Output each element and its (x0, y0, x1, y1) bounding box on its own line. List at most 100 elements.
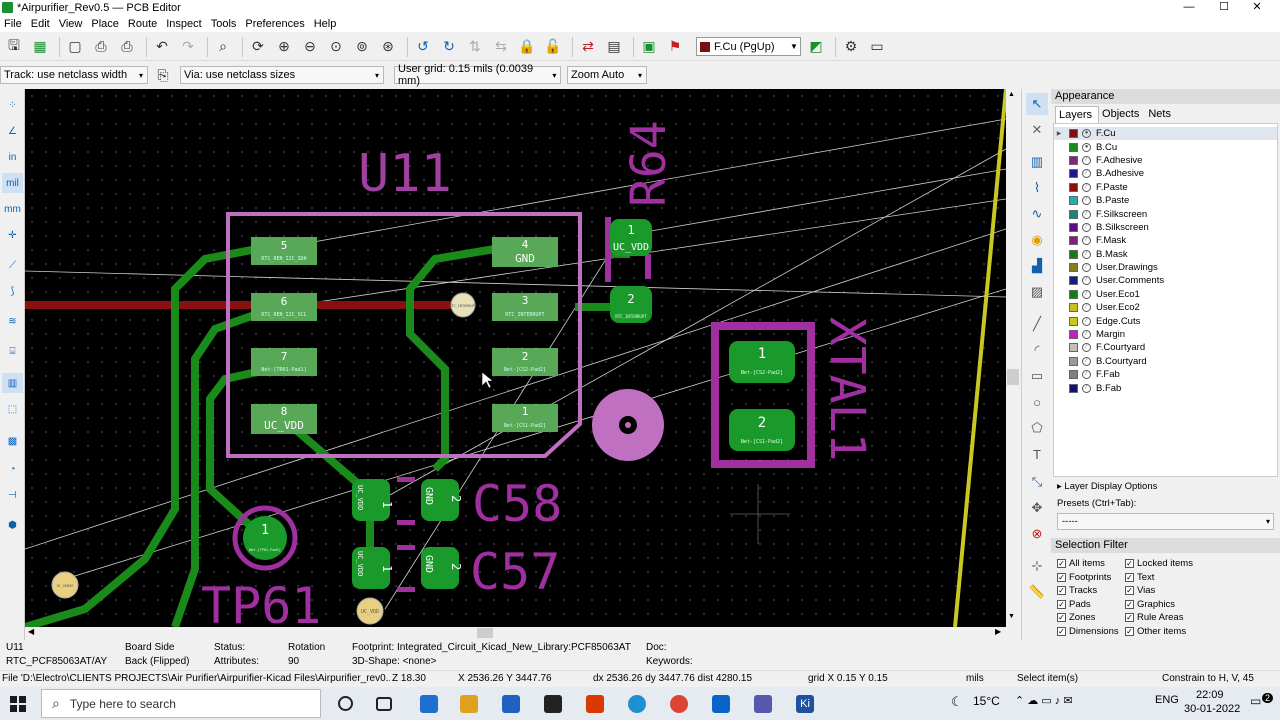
presets-select[interactable]: ----- ▾ (1057, 513, 1274, 530)
refresh-icon[interactable]: ⟳ (247, 36, 269, 58)
scroll-right-icon[interactable]: ▶ (995, 627, 1001, 636)
filter-checkbox[interactable]: ✓ Zones (1057, 612, 1125, 624)
filter-checkbox[interactable]: ✓ Locked items (1125, 558, 1225, 570)
lock-icon[interactable]: 🔒 (516, 36, 538, 58)
horizontal-scrollbar[interactable]: ◀ ▶ (25, 627, 1006, 639)
visibility-eye-icon[interactable]: ⁄ (1082, 303, 1091, 313)
tab-layers[interactable]: Layers (1055, 106, 1100, 123)
layer-color-swatch[interactable] (1069, 370, 1078, 380)
select-icon[interactable]: ↖ (1026, 93, 1048, 115)
layer-color-swatch[interactable] (1069, 316, 1078, 326)
layer-row[interactable]: ⁄ B.Mask (1054, 248, 1277, 261)
layer-color-swatch[interactable] (1069, 129, 1078, 139)
layer-color-swatch[interactable] (1069, 276, 1078, 286)
cursor-style-icon[interactable]: ✛ (2, 225, 23, 245)
dropbox-icon[interactable] (420, 695, 438, 713)
inches-units-icon[interactable]: in (2, 147, 23, 167)
visibility-eye-icon[interactable]: ⁄ (1082, 356, 1091, 366)
add-rule-area-icon[interactable]: ▨ (1026, 281, 1048, 303)
filter-checkbox[interactable]: ✓ Rule Areas (1125, 612, 1225, 624)
filter-checkbox[interactable]: ✓ Vias (1125, 585, 1225, 597)
active-layer-select[interactable]: F.Cu (PgUp) ▼ (696, 37, 801, 56)
microwave-icon[interactable]: ◔ (2, 459, 23, 479)
checkbox-icon[interactable]: ✓ (1125, 626, 1134, 636)
u11-reference[interactable]: U11 (358, 144, 452, 204)
layer-row[interactable]: ⁄ F.Courtyard (1054, 341, 1277, 354)
r64-reference[interactable]: R64 (621, 120, 677, 207)
zoom-fit-icon[interactable]: ⊙ (325, 36, 347, 58)
layer-row[interactable]: ▶ ● F.Cu (1054, 127, 1277, 141)
high-contrast-icon[interactable]: ▩ (2, 431, 23, 451)
zoom-out-icon[interactable]: ⊖ (299, 36, 321, 58)
layer-row[interactable]: ⁄ Margin (1054, 328, 1277, 341)
measure-icon[interactable]: ⊣ (2, 485, 23, 505)
checkbox-icon[interactable]: ✓ (1057, 599, 1066, 609)
visibility-eye-icon[interactable]: ⁄ (1082, 249, 1091, 259)
route-track-icon[interactable]: ⌇ (1026, 177, 1048, 199)
rotate-ccw-icon[interactable]: ↺ (412, 36, 434, 58)
grid-select[interactable]: User grid: 0.15 mils (0.0039 mm) ▾ (394, 63, 561, 87)
visibility-eye-icon[interactable]: ⁄ (1082, 289, 1091, 299)
scroll-up-icon[interactable]: ▲ (1008, 91, 1015, 98)
flip-icon[interactable]: ⇅ (464, 36, 486, 58)
layer-row[interactable]: ⁄ User.Comments (1054, 274, 1277, 287)
filter-checkbox[interactable]: ✓ Graphics (1125, 599, 1225, 611)
menu-inspect[interactable]: Inspect (162, 18, 206, 30)
visibility-eye-icon[interactable]: ⁄ (1082, 236, 1091, 246)
delete-icon[interactable]: ⊗ (1026, 523, 1048, 545)
visibility-eye-icon[interactable]: ⁄ (1082, 330, 1091, 340)
layer-row[interactable]: ⁄ B.Silkscreen (1054, 221, 1277, 234)
layer-row[interactable]: ⁄ F.Mask (1054, 234, 1277, 247)
layer-color-swatch[interactable] (1069, 356, 1078, 366)
menu-edit[interactable]: Edit (27, 18, 55, 30)
close-button[interactable]: ✕ (1234, 0, 1280, 15)
via-size-select[interactable]: Via: use netclass sizes ▾ (180, 66, 384, 84)
pad-outline-icon[interactable]: ⌸ (2, 341, 23, 361)
layer-row[interactable]: ⁄ User.Eco2 (1054, 301, 1277, 314)
checkbox-icon[interactable]: ✓ (1125, 599, 1134, 609)
add-zone-icon[interactable]: ▟ (1026, 255, 1048, 277)
visibility-eye-icon[interactable]: ⁄ (1082, 383, 1091, 393)
track-width-select[interactable]: Track: use netclass width ▾ (0, 66, 148, 84)
outlook-icon[interactable] (712, 695, 730, 713)
checkbox-icon[interactable]: ✓ (1057, 613, 1066, 623)
draw-polygon-icon[interactable]: ⬠ (1026, 417, 1048, 439)
menu-help[interactable]: Help (310, 18, 342, 30)
pcb-canvas[interactable]: U11 5 RTC_REN_I2C_SDA 6 RTC_REN_I2C_SCL … (25, 89, 1006, 627)
visibility-eye-icon[interactable]: ⁄ (1082, 316, 1091, 326)
add-footprint-icon[interactable]: ▥ (1026, 151, 1048, 173)
tab-nets[interactable]: Nets (1145, 106, 1177, 123)
cortana-icon[interactable] (338, 696, 353, 711)
taskbar-search[interactable]: ⌕ Type here to search (41, 689, 321, 718)
checkbox-icon[interactable]: ✓ (1057, 572, 1066, 582)
zone-fill-icon[interactable]: ≋ (2, 311, 23, 331)
zoom-in-icon[interactable]: ⊕ (273, 36, 295, 58)
footprint-browser-icon[interactable]: ▣ (638, 36, 660, 58)
vertical-scroll-thumb[interactable] (1007, 369, 1019, 385)
checkbox-icon[interactable]: ✓ (1125, 613, 1134, 623)
filter-checkbox[interactable]: ✓ Pads (1057, 599, 1125, 611)
highlight-net-icon[interactable]: ✕ (1026, 119, 1048, 141)
layer-row[interactable]: ● B.Cu (1054, 140, 1277, 153)
console-icon[interactable]: ▭ (866, 36, 888, 58)
visibility-eye-icon[interactable]: ⁄ (1082, 209, 1091, 219)
draw-circle-icon[interactable]: ○ (1026, 391, 1048, 413)
print-icon[interactable]: ⎙ (90, 36, 112, 58)
zoom-selection-icon[interactable]: ⊛ (377, 36, 399, 58)
layer-color-swatch[interactable] (1069, 169, 1078, 179)
layer-row[interactable]: ⁄ B.Paste (1054, 194, 1277, 207)
windows-start-icon[interactable] (10, 696, 26, 712)
scripting-icon[interactable]: ⚙ (840, 36, 862, 58)
draw-arc-icon[interactable]: ◜ (1026, 339, 1048, 361)
u11-pads[interactable]: 5 RTC_REN_I2C_SDA 6 RTC_REN_I2C_SCL 7 Ne… (251, 237, 558, 434)
visibility-eye-icon[interactable]: ⁄ (1082, 182, 1091, 192)
filter-checkbox[interactable]: ✓ Footprints (1057, 572, 1125, 584)
zoom-objects-icon[interactable]: ⊚ (351, 36, 373, 58)
menu-tools[interactable]: Tools (207, 18, 242, 30)
layer-color-swatch[interactable] (1069, 343, 1078, 353)
drc-icon[interactable]: ⚑ (664, 36, 686, 58)
menu-preferences[interactable]: Preferences (241, 18, 309, 30)
netlist-icon[interactable]: ⇄ (577, 36, 599, 58)
scroll-left-icon[interactable]: ◀ (28, 627, 34, 636)
layer-display-options[interactable]: ▸ Layer Display Options (1051, 481, 1280, 492)
